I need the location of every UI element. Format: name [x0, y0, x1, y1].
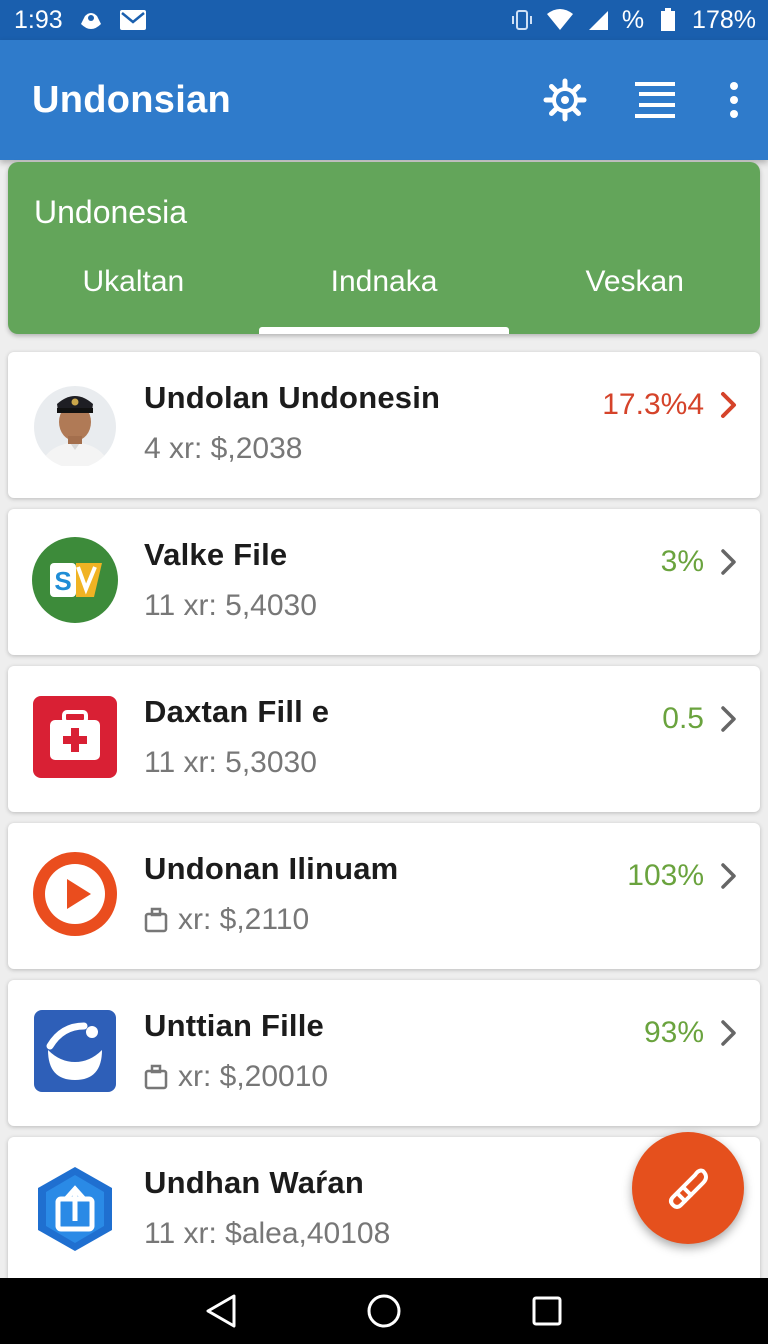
mail-icon — [119, 8, 147, 32]
battery-icon — [654, 8, 682, 32]
battery-percent: 178% — [692, 5, 756, 34]
tab-ukaltan[interactable]: Ukaltan — [8, 238, 259, 334]
chevron-right-icon — [721, 706, 736, 732]
signal-text: % — [621, 5, 645, 34]
tab-bar: Ukaltan Indnaka Veskan — [8, 238, 760, 334]
list-item-subtitle: 11 xr: 5,3030 — [144, 746, 317, 779]
chevron-right-icon — [721, 549, 736, 575]
fab-tool-button[interactable] — [632, 1132, 744, 1244]
list-item-text: Daxtan Fill e 11 xr: 5,3030 — [144, 694, 329, 780]
header-card: Undonesia Ukaltan Indnaka Veskan — [8, 162, 760, 334]
more-icon — [730, 82, 738, 118]
status-bar: 1:93 % 178% — [0, 0, 768, 40]
list-item[interactable]: S Valke File 11 xr: 5,4030 3% — [8, 509, 760, 655]
list-item-subtitle-row: xr: $,2110 — [144, 903, 398, 937]
home-circle-icon — [367, 1294, 401, 1328]
notification-icon — [77, 8, 105, 32]
chevron-right-icon — [721, 1020, 736, 1046]
app-bar: Undonsian — [0, 40, 768, 160]
chevron-right-icon — [721, 392, 736, 418]
list-item[interactable]: Unttian Fille xr: $,20010 93% — [8, 980, 760, 1126]
tab-veskan[interactable]: Veskan — [509, 238, 760, 334]
list-icon — [635, 82, 675, 118]
list-item-value: 0.5 — [662, 702, 704, 735]
list-item-value: 3% — [660, 545, 704, 578]
chevron-right-icon — [721, 863, 736, 889]
list-item-text: Undonan Ilinuam xr: $,2110 — [144, 851, 398, 937]
vibrate-icon — [508, 8, 536, 32]
settings-icon — [543, 78, 587, 122]
wifi-icon — [546, 8, 574, 32]
list-item-title: Unttian Fille — [144, 1008, 324, 1043]
list-item[interactable]: Undonan Ilinuam xr: $,2110 103% — [8, 823, 760, 969]
list-item-text: Undolan Undonesin 4 xr: $,2038 — [144, 380, 440, 466]
list-item-subtitle: xr: $,20010 — [178, 1060, 329, 1093]
list-item-value: 103% — [627, 859, 704, 892]
list-item-title: Undhan Waŕan — [144, 1165, 364, 1200]
settings-button[interactable] — [534, 69, 596, 131]
list-item-subtitle-row: xr: $,20010 — [144, 1060, 328, 1094]
hexagon-upload-icon — [32, 1165, 118, 1251]
list-button[interactable] — [624, 69, 686, 131]
list-item[interactable]: Daxtan Fill e 11 xr: 5,3030 0.5 — [8, 666, 760, 812]
briefcase-icon — [144, 907, 168, 933]
app-logo-icon — [32, 1008, 118, 1094]
list-item-subtitle: xr: $,2110 — [178, 903, 310, 936]
list-item-title: Undolan Undonesin — [144, 380, 441, 415]
nav-recents-button[interactable] — [525, 1289, 569, 1333]
navigation-bar — [0, 1278, 768, 1344]
list-item-text: Valke File 11 xr: 5,4030 — [144, 537, 317, 623]
header-card-title: Undonesia — [34, 194, 187, 230]
first-aid-icon — [32, 694, 118, 780]
list-item-value: 93% — [643, 1016, 704, 1049]
list-item-value: 17.3%4 — [602, 388, 704, 421]
nav-home-button[interactable] — [362, 1289, 406, 1333]
list-item-title: Undonan Ilinuam — [144, 851, 399, 886]
list-item[interactable]: Undolan Undonesin 4 xr: $,2038 17.3%4 — [8, 352, 760, 498]
back-triangle-icon — [206, 1294, 236, 1328]
list-item-title: Valke File — [144, 537, 288, 572]
tool-icon — [669, 1168, 708, 1209]
svg-text:S: S — [54, 566, 71, 596]
signal-icon — [584, 8, 612, 32]
list-item-subtitle: 11 xr: 5,4030 — [144, 589, 317, 622]
status-time: 1:93 — [14, 5, 63, 34]
list-item-text: Undhan Waŕan 11 xr: $alea,40108 — [144, 1165, 390, 1251]
more-button[interactable] — [714, 69, 754, 131]
file-sv-icon: S — [32, 537, 118, 623]
nav-back-button[interactable] — [199, 1289, 243, 1333]
briefcase-icon — [144, 1064, 168, 1090]
recents-square-icon — [532, 1296, 562, 1326]
tab-indnaka[interactable]: Indnaka — [258, 238, 510, 334]
list-item-text: Unttian Fille xr: $,20010 — [144, 1008, 328, 1094]
list-item-subtitle: 11 xr: $alea,40108 — [144, 1217, 391, 1250]
avatar — [32, 380, 118, 468]
play-icon — [32, 851, 118, 937]
app-title: Undonsian — [32, 78, 232, 121]
list-item-subtitle: 4 xr: $,2038 — [144, 432, 303, 465]
list-item-title: Daxtan Fill e — [144, 694, 330, 729]
